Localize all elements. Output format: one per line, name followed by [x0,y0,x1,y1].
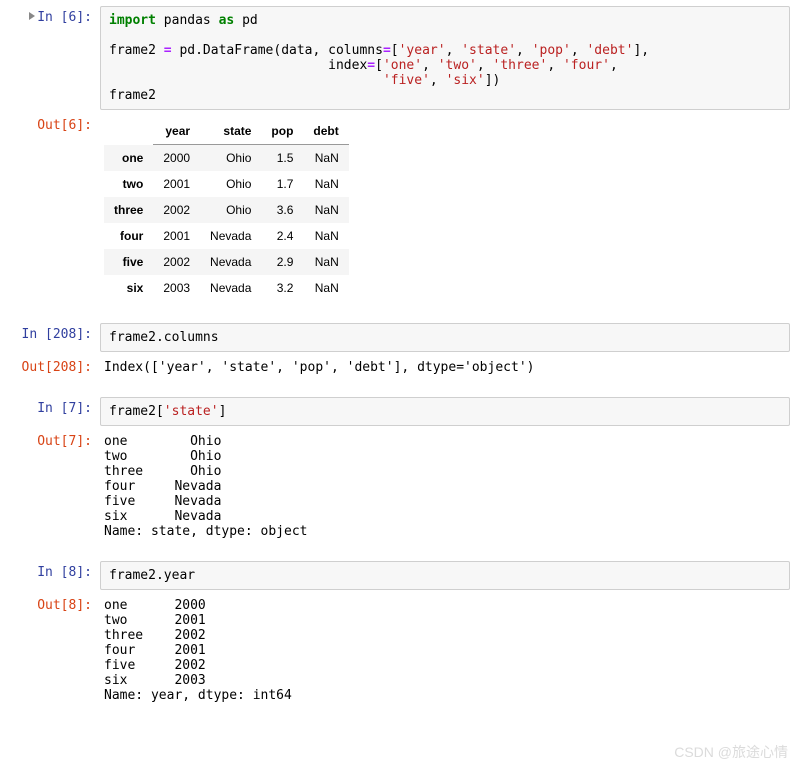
column-header: year [153,118,200,145]
table-row: one2000Ohio1.5NaN [104,145,349,172]
table-cell: 3.6 [261,197,303,223]
table-cell: 1.7 [261,171,303,197]
output-cell-208: Out[208]: Index(['year', 'state', 'pop',… [0,354,800,385]
row-index: four [104,223,153,249]
output-cell-8: Out[8]: one 2000 two 2001 three 2002 fou… [0,592,800,713]
table-row: two2001Ohio1.7NaN [104,171,349,197]
out-prompt: Out[6]: [0,114,100,309]
out-prompt: Out[8]: [0,594,100,711]
code-cell-208: In [208]: frame2.columns [0,321,800,354]
table-cell: NaN [303,197,348,223]
table-cell: Nevada [200,223,261,249]
in-prompt: In [8]: [0,561,100,590]
out-prompt: Out[208]: [0,356,100,383]
table-cell: NaN [303,249,348,275]
code-input[interactable]: frame2['state'] [100,397,790,426]
table-cell: 1.5 [261,145,303,172]
prompt-label: In [6]: [37,10,92,25]
output-cell-7: Out[7]: one Ohio two Ohio three Ohio fou… [0,428,800,549]
table-cell: 3.2 [261,275,303,301]
table-cell: NaN [303,145,348,172]
in-prompt: In [208]: [0,323,100,352]
dataframe-output: yearstatepopdebtone2000Ohio1.5NaNtwo2001… [100,114,800,309]
table-cell: 2000 [153,145,200,172]
table-row: five2002Nevada2.9NaN [104,249,349,275]
table-cell: 2.4 [261,223,303,249]
table-cell: Ohio [200,145,261,172]
column-header: pop [261,118,303,145]
row-index: one [104,145,153,172]
text-output: Index(['year', 'state', 'pop', 'debt'], … [100,356,800,383]
out-prompt: Out[7]: [0,430,100,547]
row-index: six [104,275,153,301]
run-icon[interactable] [29,12,35,20]
in-prompt: In [6]: [0,6,100,110]
code-input[interactable]: frame2.year [100,561,790,590]
table-cell: NaN [303,171,348,197]
table-row: four2001Nevada2.4NaN [104,223,349,249]
table-cell: Ohio [200,197,261,223]
code-cell-7: In [7]: frame2['state'] [0,395,800,428]
in-prompt: In [7]: [0,397,100,426]
text-output: one 2000 two 2001 three 2002 four 2001 f… [100,594,800,711]
row-index: two [104,171,153,197]
table-cell: 2002 [153,249,200,275]
row-index: five [104,249,153,275]
table-cell: 2003 [153,275,200,301]
column-header: debt [303,118,348,145]
table-cell: 2001 [153,171,200,197]
table-cell: Nevada [200,249,261,275]
table-cell: NaN [303,275,348,301]
code-input[interactable]: frame2.columns [100,323,790,352]
code-input[interactable]: import pandas as pd frame2 = pd.DataFram… [100,6,790,110]
table-cell: Nevada [200,275,261,301]
text-output: one Ohio two Ohio three Ohio four Nevada… [100,430,800,547]
table-cell: 2001 [153,223,200,249]
table-cell: 2.9 [261,249,303,275]
code-cell-6: In [6]: import pandas as pd frame2 = pd.… [0,4,800,112]
column-header: state [200,118,261,145]
row-index: three [104,197,153,223]
watermark: CSDN @旅途心情 [674,742,788,762]
code-cell-8: In [8]: frame2.year [0,559,800,592]
table-cell: Ohio [200,171,261,197]
table-cell: NaN [303,223,348,249]
table-row: six2003Nevada3.2NaN [104,275,349,301]
table-cell: 2002 [153,197,200,223]
output-cell-6: Out[6]: yearstatepopdebtone2000Ohio1.5Na… [0,112,800,311]
table-row: three2002Ohio3.6NaN [104,197,349,223]
dataframe-table: yearstatepopdebtone2000Ohio1.5NaNtwo2001… [104,118,349,301]
